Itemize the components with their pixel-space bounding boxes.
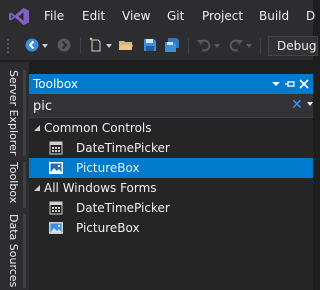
save-all-icon[interactable]	[164, 37, 180, 53]
menu-build[interactable]: Build	[259, 9, 289, 23]
toolbox-title-bar[interactable]: Toolbox	[29, 74, 313, 94]
side-tab-toolbox[interactable]: Toolbox	[6, 162, 22, 208]
window-position-icon[interactable]	[270, 78, 282, 90]
redo-dropdown-icon[interactable]	[246, 44, 252, 48]
menu-file[interactable]: File	[44, 9, 64, 23]
group-label: All Windows Forms	[44, 181, 157, 195]
side-tab-indicator	[23, 162, 26, 208]
new-item-dropdown-icon[interactable]	[106, 44, 112, 48]
menu-bar: File Edit View Git Project Build D	[0, 0, 315, 32]
search-clear-icon[interactable]: ✕	[291, 98, 303, 112]
solution-configuration-value: Debug	[277, 39, 317, 53]
left-tool-window-strip: Server Explorer Toolbox Data Sources	[0, 62, 29, 290]
toolbar-separator	[260, 38, 261, 54]
back-icon[interactable]	[24, 37, 40, 53]
forward-icon[interactable]	[56, 37, 72, 53]
item-label: PictureBox	[76, 161, 140, 175]
side-tab-indicator	[23, 214, 26, 288]
side-tab-data-sources[interactable]: Data Sources	[6, 214, 22, 288]
toolbox-panel: Toolbox ✕ Common Controls Date	[29, 74, 313, 290]
close-icon[interactable]	[298, 78, 310, 90]
side-tab-label: Server Explorer	[7, 70, 20, 156]
picturebox-icon	[49, 222, 63, 234]
pin-icon[interactable]	[284, 78, 296, 90]
solution-configuration-combo[interactable]: Debug	[268, 36, 318, 56]
side-tab-label: Data Sources	[7, 214, 20, 288]
toolbox-search-box: ✕	[29, 94, 313, 118]
toolbar-separator	[188, 38, 189, 54]
item-label: DateTimePicker	[76, 201, 170, 215]
menu-edit[interactable]: Edit	[82, 9, 105, 23]
standard-toolbar: Debug	[0, 32, 318, 60]
item-label: DateTimePicker	[76, 141, 170, 155]
expanded-chevron-icon[interactable]	[33, 184, 41, 192]
toolbar-separator	[80, 38, 81, 54]
group-label: Common Controls	[44, 121, 152, 135]
back-dropdown-icon[interactable]	[42, 44, 48, 48]
open-folder-icon[interactable]	[118, 37, 134, 53]
side-tab-server-explorer[interactable]: Server Explorer	[6, 70, 22, 156]
toolbox-group-all-windows-forms[interactable]: All Windows Forms	[29, 178, 313, 198]
toolbox-title: Toolbox	[33, 77, 78, 91]
datetimepicker-icon	[49, 201, 63, 215]
menu-view[interactable]: View	[122, 9, 150, 23]
picturebox-icon	[49, 162, 63, 174]
save-icon[interactable]	[142, 37, 158, 53]
toolbox-item-picturebox-selected[interactable]: PictureBox	[29, 158, 313, 178]
item-label: PictureBox	[76, 221, 140, 235]
side-tab-label: Toolbox	[7, 162, 20, 204]
menu-git[interactable]: Git	[167, 9, 184, 23]
visual-studio-logo-icon[interactable]	[9, 8, 29, 25]
new-item-icon[interactable]	[88, 37, 104, 53]
side-tab-indicator	[23, 70, 26, 156]
undo-icon[interactable]	[196, 37, 212, 53]
expanded-chevron-icon[interactable]	[33, 124, 41, 132]
toolbox-item-datetimepicker[interactable]: DateTimePicker	[29, 138, 313, 158]
undo-dropdown-icon[interactable]	[214, 44, 220, 48]
menu-debug[interactable]: D	[306, 9, 315, 23]
toolbox-search-input[interactable]	[33, 97, 283, 115]
toolbar-grip[interactable]	[6, 38, 10, 54]
menu-project[interactable]: Project	[202, 9, 243, 23]
search-options-chevron-down-icon[interactable]	[307, 102, 313, 106]
redo-icon[interactable]	[228, 37, 244, 53]
toolbox-item-datetimepicker[interactable]: DateTimePicker	[29, 198, 313, 218]
toolbox-group-common-controls[interactable]: Common Controls	[29, 118, 313, 138]
datetimepicker-icon	[49, 141, 63, 155]
toolbox-item-picturebox[interactable]: PictureBox	[29, 218, 313, 238]
